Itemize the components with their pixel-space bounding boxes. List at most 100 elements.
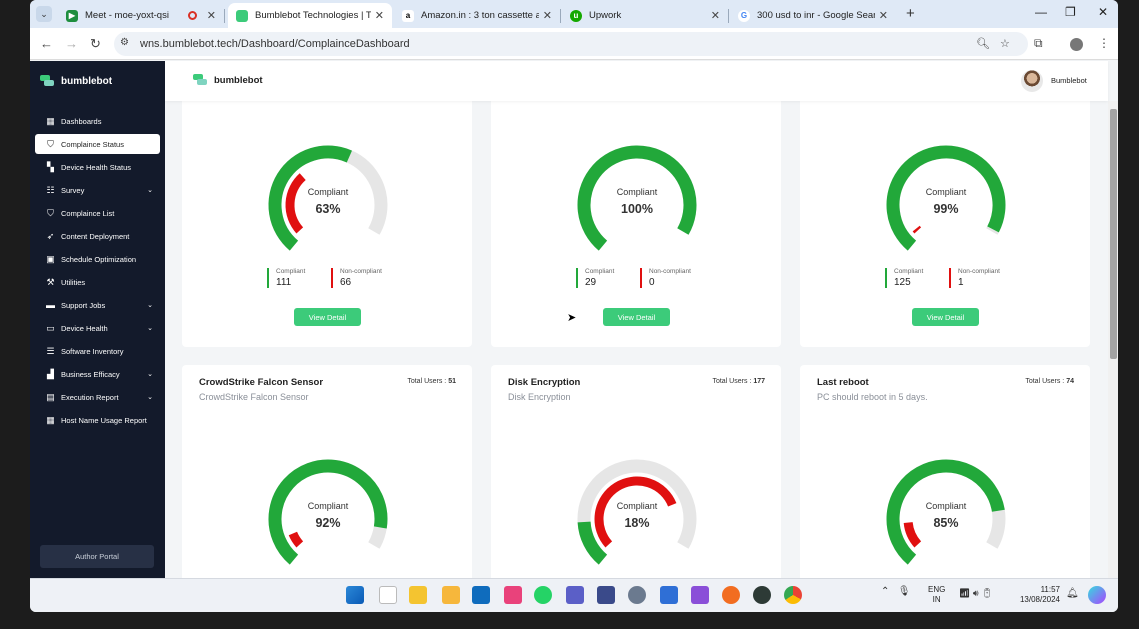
author-portal-button[interactable]: Author Portal	[40, 545, 154, 568]
view-detail-button[interactable]: View Detail	[294, 308, 361, 326]
monitor-icon: ▭	[46, 322, 55, 333]
tab-title: Upwork	[589, 10, 622, 21]
brand-name: bumblebot	[61, 75, 113, 87]
sidebar-item-support-jobs[interactable]: ▬ Support Jobs ⌄	[35, 295, 160, 315]
close-window-button[interactable]: ✕	[1098, 5, 1108, 19]
close-icon[interactable]: ✕	[375, 9, 384, 22]
file-explorer-icon[interactable]	[409, 586, 427, 604]
sidebar-item-label: Dashboards	[61, 116, 102, 126]
chevron-down-icon: ⌄	[147, 371, 153, 378]
language-indicator[interactable]: ENG IN	[928, 585, 945, 605]
address-bar[interactable]: ⚙ wns.bumblebot.tech/Dashboard/Complainc…	[114, 32, 1028, 56]
grid-icon: ▦	[46, 115, 55, 126]
settings-icon[interactable]	[628, 586, 646, 604]
gauge-svg	[577, 459, 697, 565]
extensions-icon[interactable]: ⧉	[1034, 36, 1043, 51]
sidebar-item-utilities[interactable]: ⚒ Utilities	[35, 272, 160, 292]
copilot-icon[interactable]	[1088, 586, 1106, 604]
tab-meet[interactable]: ▶ Meet - moe-yoxt-qsi ✕	[58, 3, 225, 28]
sidebar-item-label: Content Deployment	[61, 231, 130, 241]
gauge-compliant-arc	[886, 459, 1005, 565]
google-icon: G	[738, 9, 750, 22]
tab-upwork[interactable]: u Upwork ✕	[562, 3, 729, 28]
sidebar-item-software-inventory[interactable]: ☰ Software Inventory	[35, 341, 160, 361]
close-icon[interactable]: ✕	[207, 9, 216, 22]
zoom-icon[interactable]: 🔍︎	[976, 37, 990, 50]
maximize-button[interactable]: ❐	[1065, 5, 1076, 19]
tab-search-button[interactable]: ⌄	[36, 6, 52, 22]
gauge-label: Compliant	[925, 501, 967, 511]
sidebar-item-dashboards[interactable]: ▦ Dashboards	[35, 111, 160, 131]
compliance-card: Disk Encryption Disk Encryption Total User…	[491, 365, 781, 578]
notification-icon[interactable]: 🔔︎	[1066, 588, 1079, 599]
stack-app-icon[interactable]	[504, 586, 522, 604]
whatsapp-icon[interactable]	[534, 586, 552, 604]
report-icon: ▤	[46, 391, 55, 402]
tab-amazon[interactable]: a Amazon.in : 3 ton cassette ac d ✕	[394, 3, 561, 28]
card-subtitle: PC should reboot in 5 days.	[817, 392, 928, 402]
view-detail-button[interactable]: View Detail	[912, 308, 979, 326]
tools-app-icon[interactable]	[442, 586, 460, 604]
sidebar-item-content-deployment[interactable]: ➶ Content Deployment	[35, 226, 160, 246]
visual-studio-icon[interactable]	[691, 586, 709, 604]
scrollbar-thumb[interactable]	[1110, 109, 1117, 359]
close-icon[interactable]: ✕	[711, 9, 720, 22]
calendar-icon: ▣	[46, 253, 55, 264]
more-menu-icon[interactable]: ⋮	[1098, 36, 1110, 50]
sidebar-item-complaince-list[interactable]: ⛉ Complaince List	[35, 203, 160, 223]
non-compliant-stat-value: 66	[340, 277, 352, 288]
minimize-button[interactable]: —	[1035, 5, 1047, 19]
new-tab-button[interactable]: +	[906, 5, 915, 22]
tab-google[interactable]: G 300 usd to inr - Google Search ✕	[730, 3, 896, 28]
non-compliant-stat-value: 1	[958, 277, 964, 288]
sidebar-item-label: Schedule Optimization	[61, 254, 137, 264]
compliance-gauge: Compliant 63%	[264, 141, 392, 253]
compliant-stat: Compliant 111	[267, 268, 305, 288]
windows-start-icon[interactable]	[346, 586, 364, 604]
sidebar-item-device-health[interactable]: ▭ Device Health ⌄	[35, 318, 160, 338]
tab-strip: ⌄ ▶ Meet - moe-yoxt-qsi ✕ Bumblebot Tech…	[30, 0, 1118, 28]
total-users: Total Users : 177	[712, 378, 765, 385]
teams-icon[interactable]	[566, 586, 584, 604]
back-icon[interactable]: ←	[40, 36, 53, 51]
bookmark-star-icon[interactable]: ☆	[1000, 37, 1010, 50]
notepad-icon[interactable]	[379, 586, 397, 604]
gauge-svg	[886, 459, 1006, 565]
chrome-icon[interactable]	[784, 586, 802, 604]
azure-icon[interactable]	[660, 586, 678, 604]
sidebar-item-label: Business Efficacy	[61, 369, 120, 379]
postman-icon[interactable]	[722, 586, 740, 604]
profile-avatar-icon[interactable]	[1070, 38, 1083, 51]
topbar-brand[interactable]: bumblebot	[193, 74, 263, 86]
gauge-compliant-arc	[268, 459, 388, 565]
sidebar-item-host-name-usage-report[interactable]: ▦ Host Name Usage Report	[35, 410, 160, 430]
sidebar-item-schedule-optimization[interactable]: ▣ Schedule Optimization	[35, 249, 160, 269]
close-icon[interactable]: ✕	[879, 9, 888, 22]
gauge-label: Compliant	[925, 187, 967, 197]
forward-icon[interactable]: →	[65, 36, 78, 51]
site-info-icon[interactable]: ⚙	[120, 37, 129, 48]
tray-icons[interactable]: ⌃ 🎙︎	[881, 586, 910, 597]
dashboard-content: Auto lock in 15 minsCompliant63%Complian…	[165, 101, 1108, 578]
user-avatar[interactable]	[1021, 70, 1043, 92]
view-detail-button[interactable]: View Detail	[603, 308, 670, 326]
sidebar-item-business-efficacy[interactable]: ▟ Business Efficacy ⌄	[35, 364, 160, 384]
sidebar-item-survey[interactable]: ☷ Survey ⌄	[35, 180, 160, 200]
non-compliant-stat: Non-compliant 0	[640, 268, 691, 288]
tab-bumblebot[interactable]: Bumblebot Technologies | Tasky ✕	[228, 3, 392, 28]
sidebar-item-complaince-status[interactable]: ⛉ Complaince Status	[35, 134, 160, 154]
total-users-label: Total Users :	[712, 378, 752, 385]
sidebar-brand[interactable]: bumblebot	[40, 75, 112, 87]
gauge-label: Compliant	[307, 187, 349, 197]
wifi-volume-battery-icon[interactable]: 📶︎ 🔊︎ 🔋︎	[959, 588, 993, 599]
clock[interactable]: 11:57 13/08/2024	[1016, 585, 1060, 605]
remote-desktop-icon[interactable]	[597, 586, 615, 604]
user-name[interactable]: Bumblebot	[1051, 76, 1087, 85]
sidebar-item-execution-report[interactable]: ▤ Execution Report ⌄	[35, 387, 160, 407]
outlook-icon[interactable]	[472, 586, 490, 604]
sidebar-item-device-health-status[interactable]: ▚ Device Health Status	[35, 157, 160, 177]
close-icon[interactable]: ✕	[543, 9, 552, 22]
tasky-icon[interactable]	[753, 586, 771, 604]
reload-icon[interactable]: ↻	[90, 36, 101, 52]
card-title: Last reboot	[817, 377, 869, 388]
